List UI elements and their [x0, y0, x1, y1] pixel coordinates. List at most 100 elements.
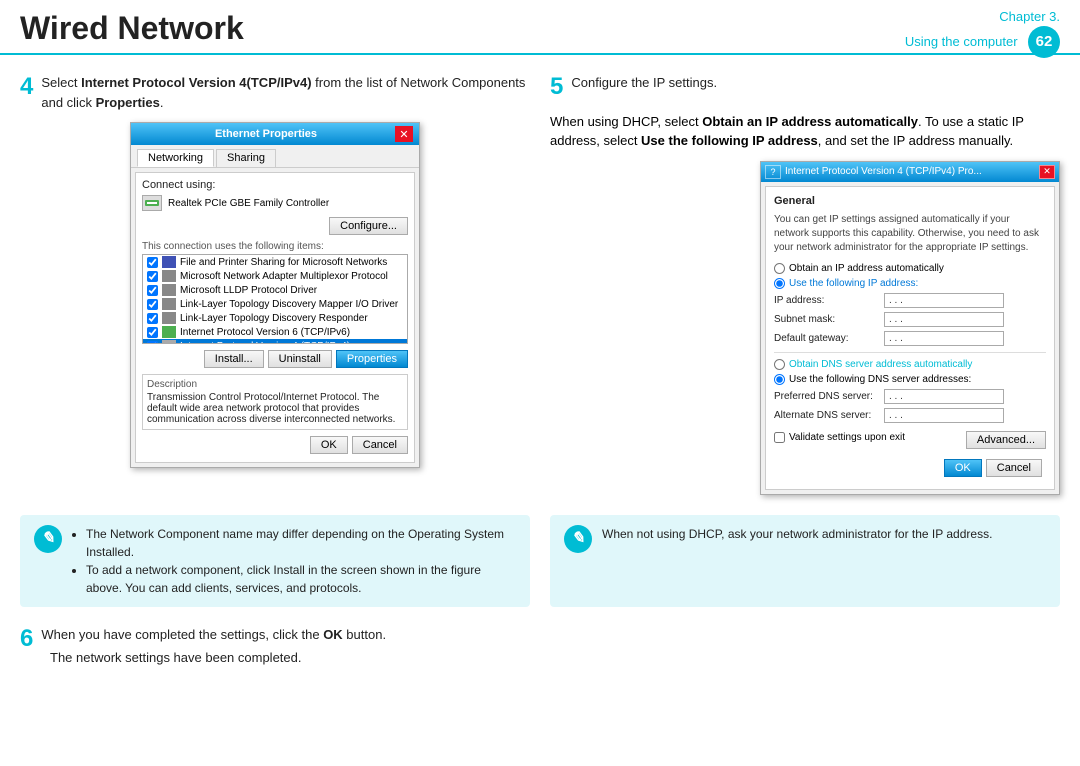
tab-networking[interactable]: Networking — [137, 149, 214, 167]
list-item: Link-Layer Topology Discovery Mapper I/O… — [143, 297, 407, 311]
ethernet-dialog-close[interactable]: ✕ — [395, 126, 413, 142]
right-column: 5 Configure the IP settings. When using … — [550, 73, 1060, 505]
step6-bold1: OK — [323, 627, 343, 642]
item-icon-5 — [162, 312, 176, 324]
ip-dialog-body: General You can get IP settings assigned… — [765, 186, 1055, 490]
item-text-4: Link-Layer Topology Discovery Mapper I/O… — [180, 299, 398, 310]
step4-bold1: Internet Protocol Version 4(TCP/IPv4) — [81, 75, 311, 90]
ethernet-dialog: Ethernet Properties ✕ Networking Sharing… — [130, 122, 420, 468]
ip-address-label: IP address: — [774, 295, 884, 306]
ip-close-btn[interactable]: ✕ — [1039, 165, 1055, 179]
properties-button[interactable]: Properties — [336, 350, 408, 368]
item-checkbox-4[interactable] — [147, 299, 158, 310]
bottom-steps: 6 When you have completed the settings, … — [0, 617, 1080, 678]
note-bullet-2: To add a network component, click Instal… — [86, 561, 516, 597]
note-icon-right: ✎ — [564, 525, 592, 553]
subnet-mask-input[interactable] — [884, 312, 1004, 327]
validate-checkbox-row: Validate settings upon exit Advanced... — [774, 427, 1046, 449]
item-text-2: Microsoft Network Adapter Multiplexor Pr… — [180, 271, 388, 282]
item-text-6: Internet Protocol Version 6 (TCP/IPv6) — [180, 327, 350, 338]
radio-obtain-ip[interactable] — [774, 263, 785, 274]
ip-help-btn[interactable]: ? — [765, 165, 781, 179]
advanced-button[interactable]: Advanced... — [966, 431, 1046, 449]
step5-bold1: Obtain an IP address automatically — [702, 114, 918, 129]
page-title: Wired Network — [20, 10, 244, 47]
list-item: Microsoft Network Adapter Multiplexor Pr… — [143, 269, 407, 283]
ip-ok-button[interactable]: OK — [944, 459, 982, 477]
ip-dialog: ? Internet Protocol Version 4 (TCP/IPv4)… — [760, 161, 1060, 495]
connect-using-row: Realtek PCIe GBE Family Controller — [142, 195, 408, 211]
ok-button[interactable]: OK — [310, 436, 348, 454]
radio-use-following-ip[interactable] — [774, 278, 785, 289]
preferred-dns-input[interactable] — [884, 389, 1004, 404]
item-icon-6 — [162, 326, 176, 338]
item-icon-3 — [162, 284, 176, 296]
uninstall-button[interactable]: Uninstall — [268, 350, 332, 368]
step6-area: 6 When you have completed the settings, … — [20, 625, 530, 668]
ethernet-dialog-tabs: Networking Sharing — [131, 145, 419, 168]
list-item: Link-Layer Topology Discovery Responder — [143, 311, 407, 325]
ip-desc-text: You can get IP settings assigned automat… — [774, 213, 1046, 255]
description-text: Transmission Control Protocol/Internet P… — [147, 392, 403, 425]
notes-row: ✎ The Network Component name may differ … — [0, 515, 1080, 617]
configure-button[interactable]: Configure... — [329, 217, 408, 235]
step5-detail: When using DHCP, select Obtain an IP add… — [550, 112, 1060, 151]
item-checkbox-1[interactable] — [147, 257, 158, 268]
step4-label: 4 — [20, 73, 33, 102]
items-label: This connection uses the following items… — [142, 241, 408, 252]
item-checkbox-6[interactable] — [147, 327, 158, 338]
left-column: 4 Select Internet Protocol Version 4(TCP… — [20, 73, 530, 505]
subnet-mask-row: Subnet mask: — [774, 312, 1046, 327]
step5-text: 5 Configure the IP settings. — [550, 73, 1060, 102]
radio-use-dns[interactable] — [774, 374, 785, 385]
ip-radio-use-following: Use the following IP address: — [774, 278, 1046, 289]
alternate-dns-row: Alternate DNS server: — [774, 408, 1046, 423]
ip-separator — [774, 352, 1046, 353]
note-box-right: ✎ When not using DHCP, ask your network … — [550, 515, 1060, 607]
advanced-btn-row: Advanced... — [909, 431, 1046, 449]
step6-text: 6 When you have completed the settings, … — [20, 625, 530, 645]
install-uninstall-row: Install... Uninstall Properties — [142, 348, 408, 370]
radio-obtain-dns-label: Obtain DNS server address automatically — [789, 359, 972, 370]
step6-text1-before: When you have completed the settings, cl… — [41, 627, 323, 642]
ethernet-dialog-body: Connect using: Realtek PCIe GBE Family C… — [135, 172, 415, 463]
ip-radio-obtain: Obtain an IP address automatically — [774, 263, 1046, 274]
ip-dialog-title: Internet Protocol Version 4 (TCP/IPv4) P… — [785, 166, 1039, 177]
radio-use-following-ip-label: Use the following IP address: — [789, 278, 918, 289]
step5-text1: Configure the IP settings. — [571, 75, 717, 90]
ok-cancel-row: OK Cancel — [142, 434, 408, 456]
ethernet-dialog-titlebar: Ethernet Properties ✕ — [131, 123, 419, 145]
cancel-button[interactable]: Cancel — [352, 436, 408, 454]
item-checkbox-5[interactable] — [147, 313, 158, 324]
step5-text2-end: , and set the IP address manually. — [818, 133, 1013, 148]
item-text-7: Internet Protocol Version 4 (TCP/IPv4) — [180, 341, 350, 345]
note-bullet-1: The Network Component name may differ de… — [86, 525, 516, 561]
tab-sharing[interactable]: Sharing — [216, 149, 276, 167]
install-button[interactable]: Install... — [204, 350, 264, 368]
ethernet-dialog-title: Ethernet Properties — [137, 128, 395, 140]
alternate-dns-label: Alternate DNS server: — [774, 410, 884, 421]
ip-address-input[interactable] — [884, 293, 1004, 308]
connect-using-label: Connect using: — [142, 179, 408, 191]
default-gateway-input[interactable] — [884, 331, 1004, 346]
item-icon-1 — [162, 256, 176, 268]
preferred-dns-row: Preferred DNS server: — [774, 389, 1046, 404]
main-content: 4 Select Internet Protocol Version 4(TCP… — [0, 55, 1080, 515]
validate-checkbox[interactable] — [774, 432, 785, 443]
ip-cancel-button[interactable]: Cancel — [986, 459, 1042, 477]
ip-titlebar-right-btns: ✕ — [1039, 165, 1055, 179]
item-checkbox-7[interactable] — [147, 341, 158, 345]
radio-use-dns-label: Use the following DNS server addresses: — [789, 374, 971, 385]
item-text-1: File and Printer Sharing for Microsoft N… — [180, 257, 387, 268]
item-checkbox-3[interactable] — [147, 285, 158, 296]
radio-obtain-dns[interactable] — [774, 359, 785, 370]
description-label: Description — [147, 379, 403, 390]
item-text-3: Microsoft LLDP Protocol Driver — [180, 285, 317, 296]
note-box-left: ✎ The Network Component name may differ … — [20, 515, 530, 607]
alternate-dns-input[interactable] — [884, 408, 1004, 423]
step4-text-end: . — [160, 95, 164, 110]
item-checkbox-2[interactable] — [147, 271, 158, 282]
step4-text: 4 Select Internet Protocol Version 4(TCP… — [20, 73, 530, 112]
ip-radio-use-dns: Use the following DNS server addresses: — [774, 374, 1046, 385]
step6-text2: The network settings have been completed… — [50, 648, 530, 668]
